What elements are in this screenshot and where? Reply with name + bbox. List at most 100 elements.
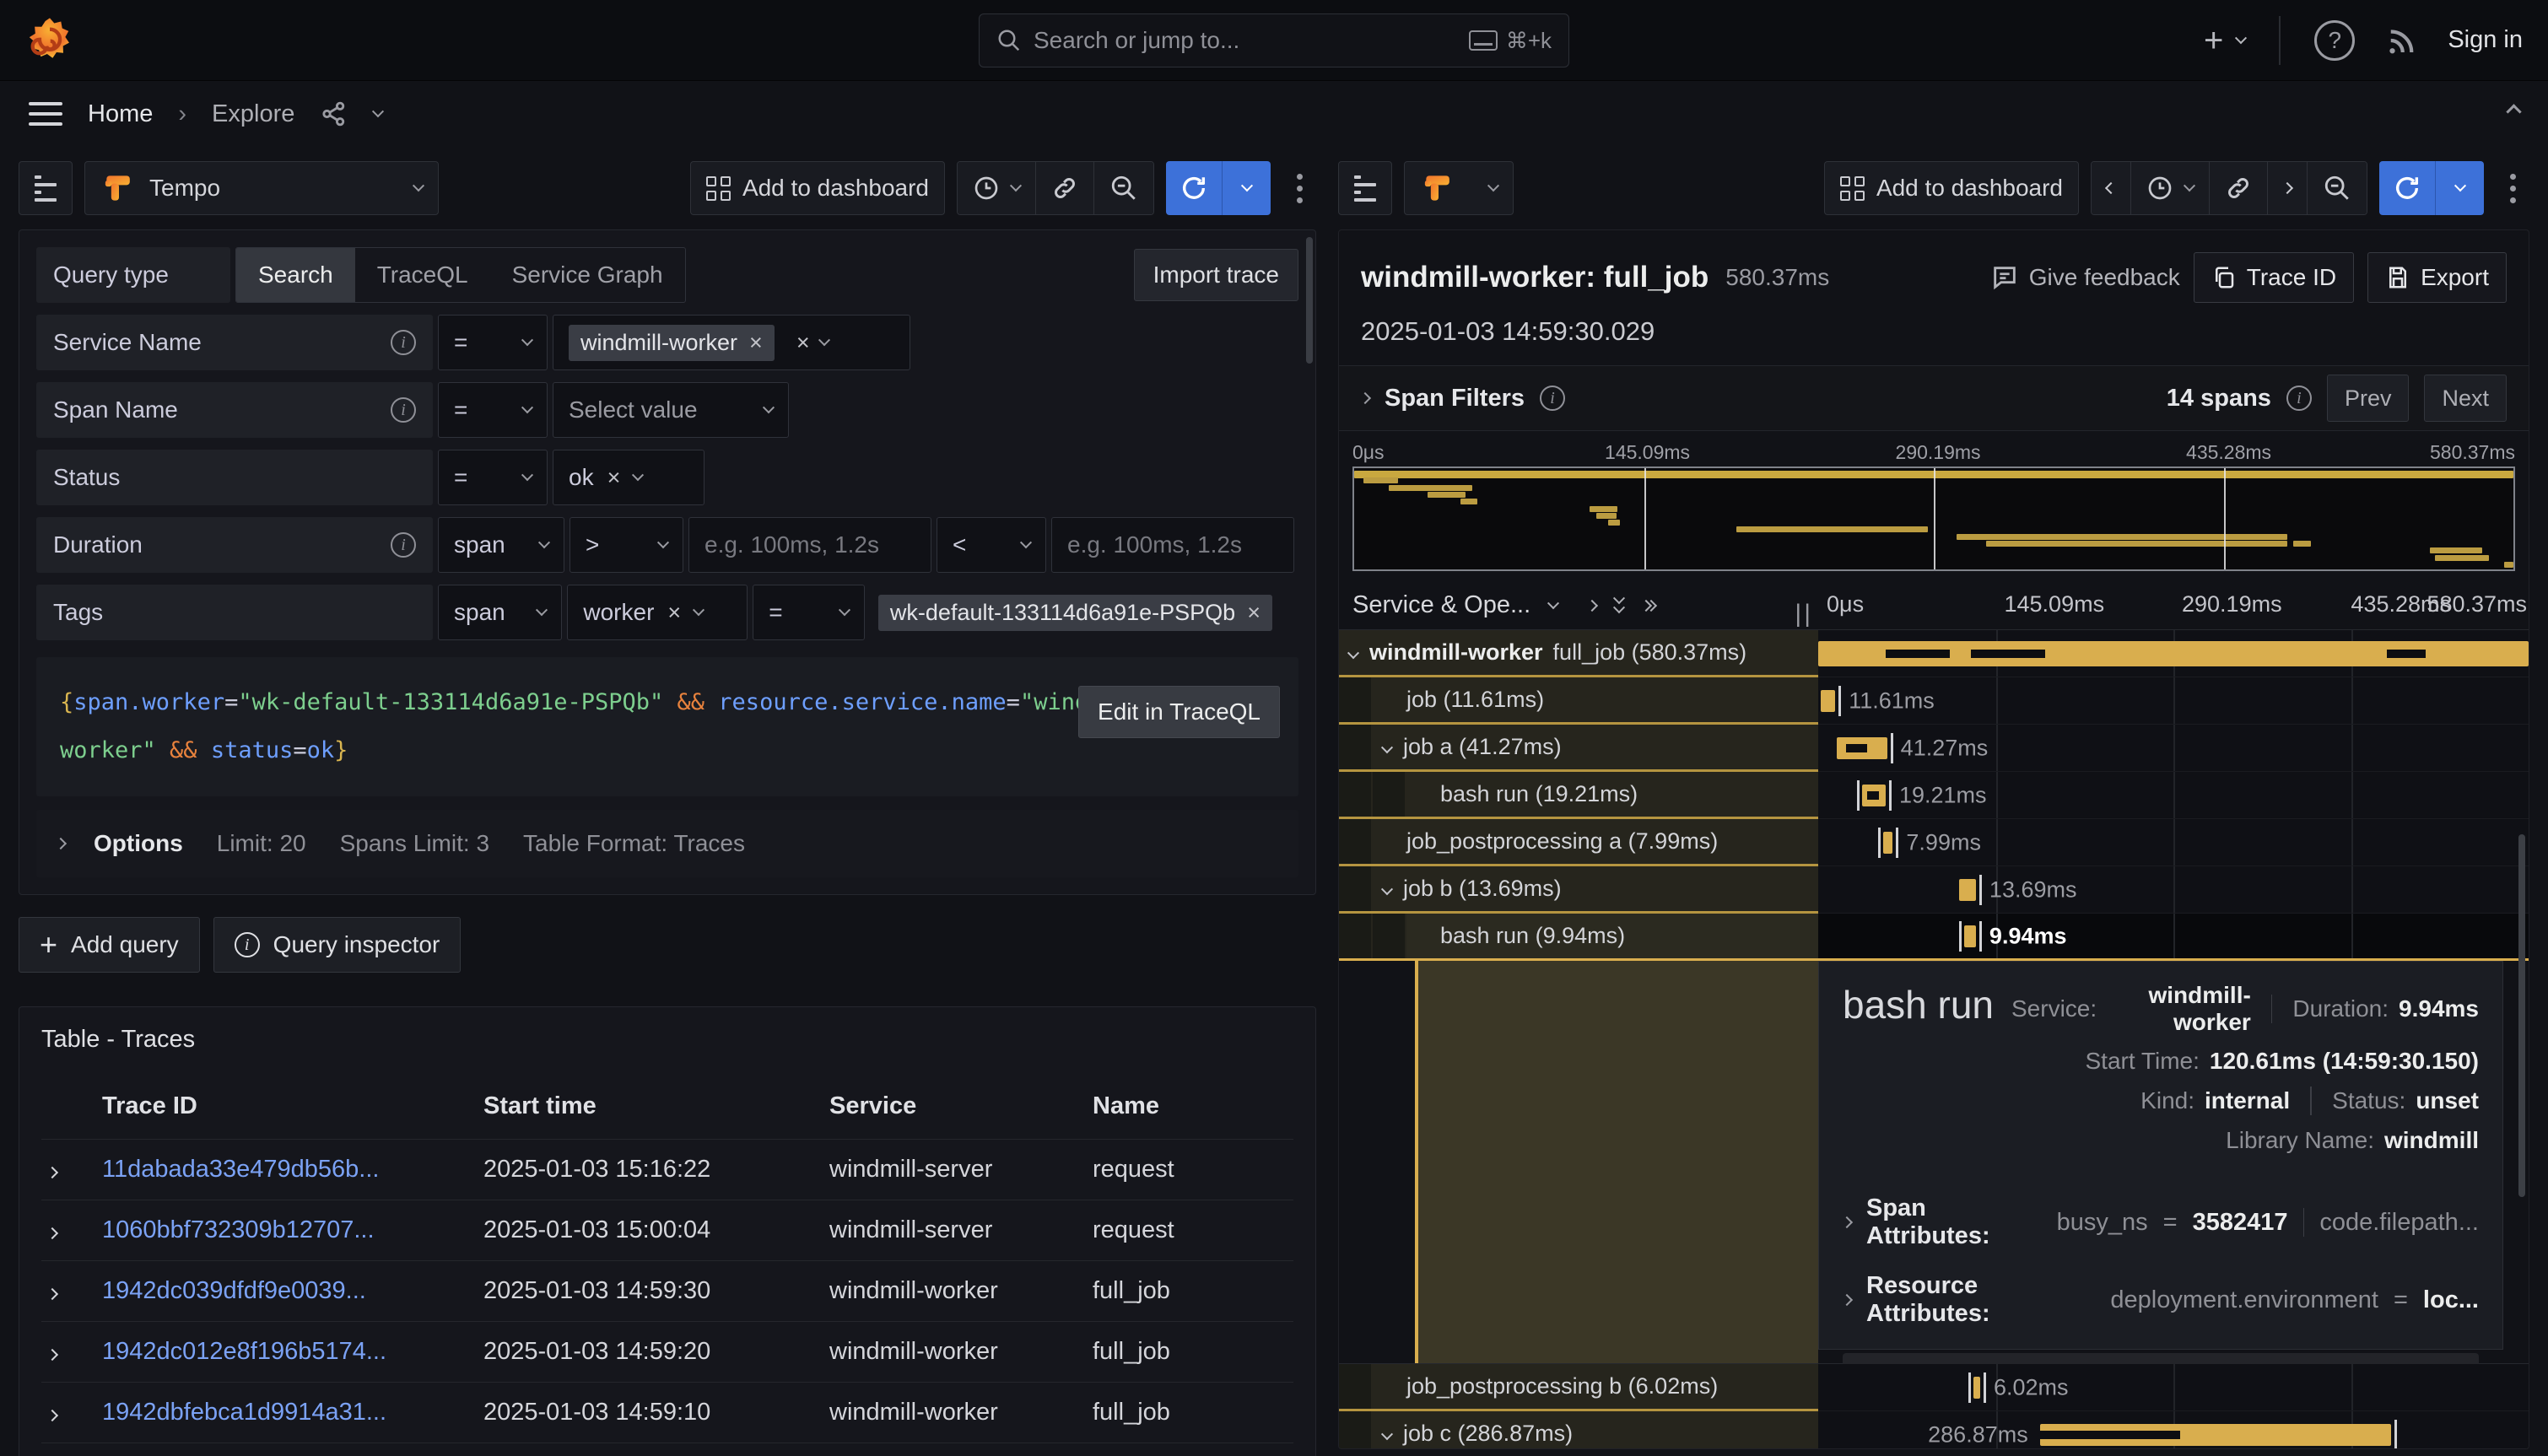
search-input[interactable]	[1034, 27, 1457, 54]
expand-chevron-icon[interactable]	[1383, 1421, 1391, 1447]
expand-chevron-icon[interactable]	[1383, 876, 1391, 902]
span-filters-bar[interactable]: Span Filters i 14 spans i Prev Next	[1339, 365, 2529, 431]
span-name-value[interactable]: Select value	[553, 382, 789, 438]
grafana-logo-icon[interactable]	[25, 16, 74, 65]
duration-lt-operator[interactable]: <	[937, 517, 1046, 573]
duration-gt-operator[interactable]: >	[570, 517, 683, 573]
collapse-panel-icon[interactable]	[2506, 104, 2521, 119]
minimap-canvas[interactable]	[1352, 466, 2515, 571]
span-timeline[interactable]	[1818, 630, 2529, 677]
span-bar[interactable]	[1818, 641, 2529, 666]
export-button[interactable]: Export	[2367, 252, 2507, 303]
tab-traceql[interactable]: TraceQL	[355, 248, 490, 302]
options-bar[interactable]: Options Limit: 20 Spans Limit: 3 Table F…	[36, 810, 1298, 877]
global-search[interactable]: ⌘+k	[979, 13, 1569, 67]
refresh-icon[interactable]	[2379, 161, 2435, 215]
breadcrumb-home[interactable]: Home	[88, 100, 153, 128]
span-bar[interactable]	[1883, 832, 1893, 854]
add-to-dashboard-button[interactable]: Add to dashboard	[1824, 161, 2079, 215]
tag-key[interactable]: worker×	[567, 585, 748, 640]
datasource-picker-compact[interactable]	[1404, 161, 1514, 215]
share-icon[interactable]	[320, 100, 348, 128]
panel-menu-icon[interactable]	[1282, 174, 1316, 203]
col-name[interactable]: Name	[1086, 1079, 1293, 1140]
span-timeline[interactable]: 13.69ms	[1818, 866, 2529, 914]
span-name-operator[interactable]: =	[438, 382, 548, 438]
span-bar[interactable]	[1964, 925, 1976, 947]
trace-id-link[interactable]: 1942dbfebca1d9914a31...	[102, 1399, 386, 1426]
row-expander-icon[interactable]	[41, 1322, 95, 1383]
row-expander-icon[interactable]	[41, 1443, 95, 1456]
span-timeline[interactable]: 11.61ms	[1818, 677, 2529, 725]
span-timeline[interactable]: 19.21ms	[1818, 772, 2529, 819]
span-timeline[interactable]: 41.27ms	[1818, 725, 2529, 772]
service-name-operator[interactable]: =	[438, 315, 548, 370]
import-trace-button[interactable]: Import trace	[1134, 249, 1298, 301]
table-row[interactable]: 11dabada33e479db56b...2025-01-03 15:16:2…	[41, 1140, 1293, 1200]
refresh-icon[interactable]	[1166, 161, 1222, 215]
remove-chip-icon[interactable]: ×	[667, 601, 681, 624]
give-feedback-button[interactable]: Give feedback	[1990, 263, 2180, 292]
trace-id-button[interactable]: Trace ID	[2194, 252, 2354, 303]
span-name[interactable]: bash run (9.94ms)	[1339, 914, 1818, 958]
span-name[interactable]: job (11.61ms)	[1339, 677, 1818, 725]
tab-service-graph[interactable]: Service Graph	[490, 248, 685, 302]
outline-button[interactable]	[1338, 161, 1392, 215]
expand-chevron-icon[interactable]	[1383, 734, 1391, 760]
add-to-dashboard-button[interactable]: Add to dashboard	[690, 161, 945, 215]
time-picker-button[interactable]	[958, 162, 1036, 214]
status-operator[interactable]: =	[438, 450, 548, 505]
scrollbar-thumb[interactable]	[1306, 237, 1313, 364]
table-row[interactable]: 1942dbfc4be3567f462...2025-01-03 14:59:0…	[41, 1443, 1293, 1456]
span-timeline[interactable]: 7.99ms	[1818, 819, 2529, 866]
resource-attributes-row[interactable]: Resource Attributes: deployment.environm…	[1843, 1272, 2479, 1328]
duration-scope[interactable]: span	[438, 517, 564, 573]
span-name[interactable]: job a (41.27ms)	[1339, 725, 1818, 772]
span-name[interactable]: job_postprocessing b (6.02ms)	[1339, 1364, 1818, 1411]
col-start-time[interactable]: Start time	[477, 1079, 823, 1140]
expand-all-icon[interactable]	[1642, 601, 1655, 610]
time-shift-back-button[interactable]	[2092, 162, 2131, 214]
run-query-interval-dropdown[interactable]	[2435, 161, 2484, 215]
span-bar[interactable]	[1837, 737, 1887, 759]
trace-id-link[interactable]: 1942dc039dfdf9e0039...	[102, 1277, 366, 1304]
prev-span-button[interactable]: Prev	[2327, 375, 2410, 422]
span-name[interactable]: job c (286.87ms)	[1339, 1411, 1818, 1448]
span-attributes-row[interactable]: Span Attributes: busy_ns = 3582417 code.…	[1843, 1194, 2479, 1250]
outline-button[interactable]	[19, 161, 73, 215]
tab-search[interactable]: Search	[236, 248, 355, 302]
span-timeline[interactable]: 6.02ms	[1818, 1364, 2529, 1411]
row-expander-icon[interactable]	[41, 1261, 95, 1322]
help-icon[interactable]: ?	[2314, 20, 2355, 61]
edit-in-traceql-button[interactable]: Edit in TraceQL	[1078, 686, 1280, 738]
tag-operator[interactable]: =	[753, 585, 865, 640]
panel-menu-icon[interactable]	[2496, 174, 2529, 203]
news-rss-icon[interactable]	[2383, 23, 2419, 58]
split-shorten-button[interactable]	[1094, 162, 1153, 214]
scrollbar-thumb[interactable]	[2518, 834, 2525, 1197]
next-span-button[interactable]: Next	[2424, 375, 2507, 422]
collapse-all-icon[interactable]	[1615, 596, 1623, 614]
clear-icon[interactable]: ×	[796, 332, 810, 354]
copy-link-button[interactable]	[2210, 162, 2268, 214]
run-query-interval-dropdown[interactable]	[1222, 161, 1271, 215]
collapse-one-icon[interactable]	[1586, 599, 1598, 611]
row-expander-icon[interactable]	[41, 1383, 95, 1443]
span-name[interactable]: windmill-workerfull_job (580.37ms)	[1339, 630, 1818, 677]
duration-min-input[interactable]	[688, 517, 931, 573]
span-name[interactable]: job b (13.69ms)	[1339, 866, 1818, 914]
new-menu-button[interactable]: +	[2204, 24, 2245, 57]
duration-max-input[interactable]	[1051, 517, 1294, 573]
column-resize-handle[interactable]: ||	[1795, 600, 1813, 628]
time-shift-forward-button[interactable]	[2268, 162, 2308, 214]
span-name[interactable]: job_postprocessing a (7.99ms)	[1339, 819, 1818, 866]
table-row[interactable]: 1942dc039dfdf9e0039...2025-01-03 14:59:3…	[41, 1261, 1293, 1322]
split-shorten-button[interactable]	[2308, 162, 2367, 214]
tag-value[interactable]: wk-default-133114d6a91e-PSPQb×	[870, 585, 1298, 640]
span-name[interactable]: bash run (19.21ms)	[1339, 772, 1818, 819]
query-inspector-button[interactable]: iQuery inspector	[213, 917, 462, 973]
service-name-chip[interactable]: windmill-worker×	[569, 325, 775, 361]
breadcrumb-chevron-icon[interactable]	[372, 105, 384, 117]
time-picker-button[interactable]	[2131, 162, 2210, 214]
menu-toggle-icon[interactable]	[29, 102, 62, 126]
